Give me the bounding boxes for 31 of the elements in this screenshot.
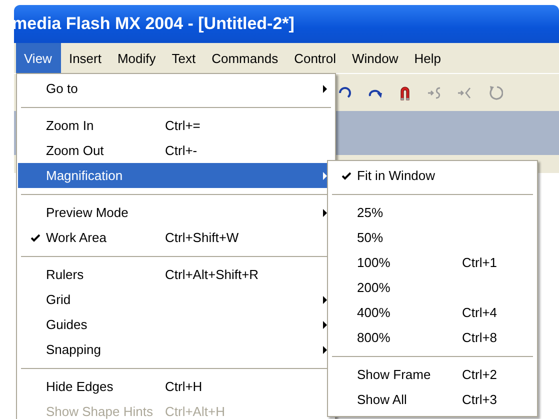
menu-bar-item[interactable]: Insert: [60, 43, 110, 73]
shortcut-label: Ctrl+-: [165, 143, 198, 158]
shortcut-label: Ctrl+=: [165, 118, 202, 133]
shortcut-label: Ctrl+8: [462, 330, 498, 345]
menu-item[interactable]: Zoom In Ctrl+=: [18, 113, 334, 138]
menu-item[interactable]: Zoom Out Ctrl+-: [18, 138, 334, 163]
window-title: media Flash MX 2004 - [Untitled-2*]: [12, 14, 294, 34]
menu-item[interactable]: Show All Ctrl+3: [329, 387, 536, 412]
menu-bar-item[interactable]: Commands: [204, 43, 286, 73]
menu-item[interactable]: Show Frame Ctrl+2: [329, 362, 536, 387]
shortcut-label: Ctrl+Alt+H: [165, 404, 226, 419]
menu-item[interactable]: 400% Ctrl+4: [329, 300, 536, 325]
shortcut-label: Ctrl+3: [462, 392, 498, 407]
menu-item[interactable]: 100% Ctrl+1: [329, 250, 536, 275]
menu-bar-item[interactable]: Help: [406, 43, 449, 73]
menu-bar-item[interactable]: Text: [164, 43, 204, 73]
menu-item[interactable]: 50%: [329, 225, 536, 250]
menu-item[interactable]: 25%: [329, 200, 536, 225]
shortcut-label: Ctrl+1: [462, 255, 498, 270]
menu-bar-item[interactable]: Window: [344, 43, 406, 73]
shortcut-label: Ctrl+Shift+W: [165, 230, 240, 245]
shortcut-label: Ctrl+2: [462, 367, 498, 382]
menu-item[interactable]: 200%: [329, 275, 536, 300]
menu-item[interactable]: 800% Ctrl+8: [329, 325, 536, 350]
menu-item[interactable]: Go to: [18, 76, 334, 101]
shortcut-label: Ctrl+Alt+Shift+R: [165, 267, 260, 282]
shortcut-label: Ctrl+H: [165, 379, 204, 394]
shortcut-label: Ctrl+4: [462, 305, 498, 320]
menu-bar-item[interactable]: Modify: [109, 43, 164, 73]
menu-bar-item[interactable]: View: [16, 43, 61, 73]
menu-bar-item[interactable]: Control: [286, 43, 344, 73]
